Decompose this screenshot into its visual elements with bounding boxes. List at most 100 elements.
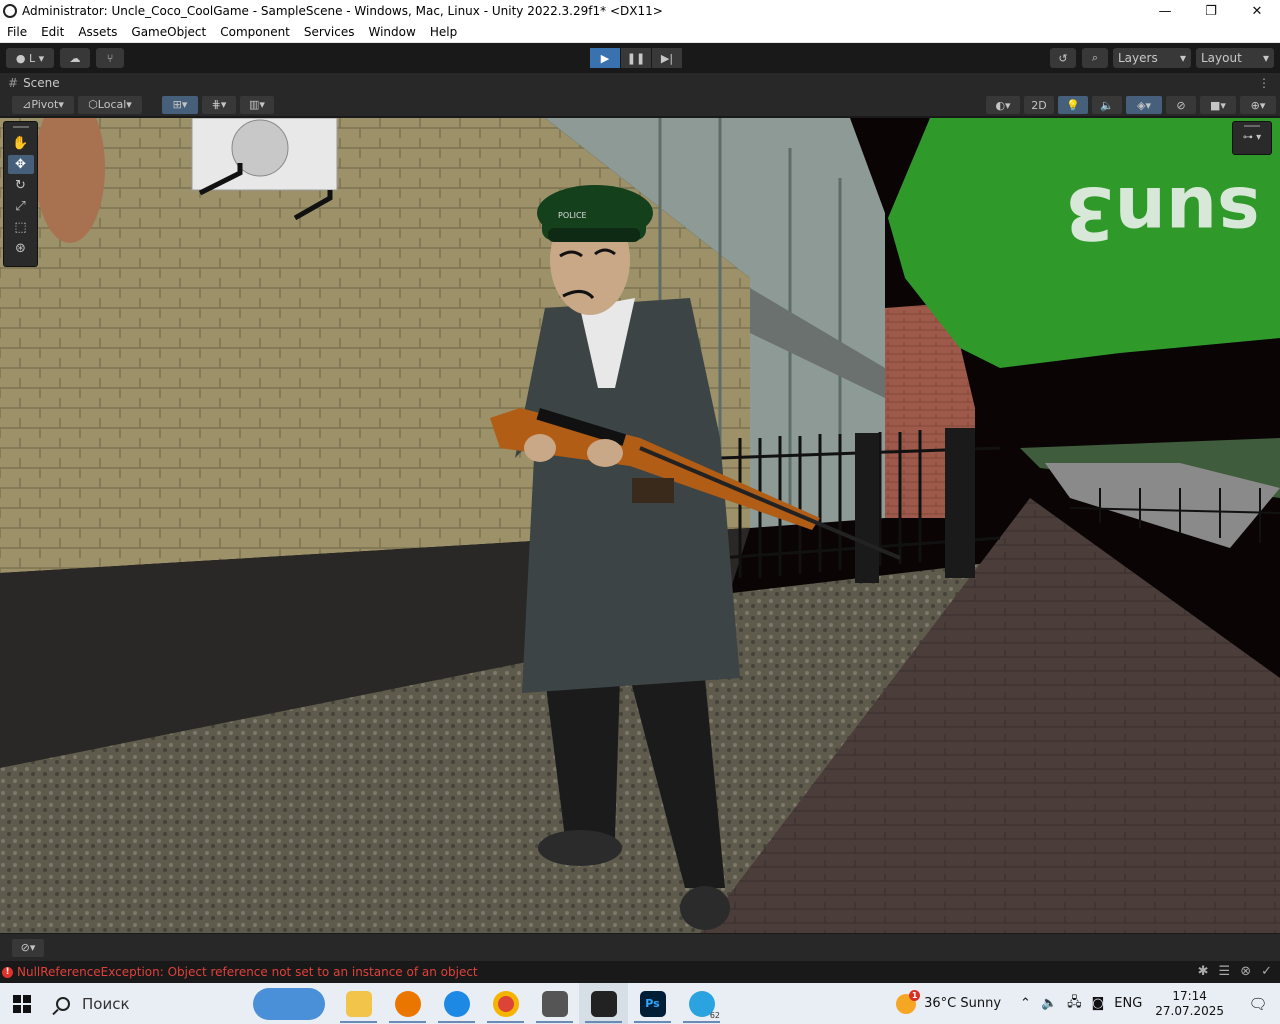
move-icon: ✥ <box>15 157 26 172</box>
move-tool-button[interactable]: ✥ <box>7 155 34 174</box>
menu-edit[interactable]: Edit <box>34 25 71 39</box>
compass-app-icon <box>443 990 470 1017</box>
taskbar-unity-hub[interactable] <box>530 983 579 1024</box>
taskbar-clock[interactable]: 17:14 27.07.2025 <box>1155 989 1224 1019</box>
whale-icon <box>253 987 325 1020</box>
palette-grip[interactable] <box>12 126 29 128</box>
more-options-icon[interactable]: ⋮ <box>1258 76 1270 90</box>
taskbar-unity-editor[interactable] <box>579 983 628 1024</box>
rotate-tool-button[interactable]: ↻ <box>8 176 34 195</box>
search-button[interactable]: ⌕ <box>1082 48 1108 68</box>
lighting-toggle[interactable]: 💡 <box>1058 96 1088 114</box>
scale-tool-button[interactable]: ⤢ <box>8 197 34 216</box>
check-circle-icon[interactable]: ✓ <box>1261 964 1272 979</box>
sign-text: sun3 <box>1065 171 1260 255</box>
pause-button[interactable]: ❚❚ <box>621 48 651 68</box>
layers-dropdown[interactable]: Layers ▾ <box>1113 48 1191 68</box>
tool-palette: ✋ ✥ ↻ ⤢ ⬚ ⊛ <box>3 121 38 267</box>
language-indicator[interactable]: ENG <box>1114 996 1142 1011</box>
taskbar-photoshop[interactable]: Ps <box>628 983 677 1024</box>
gizmos-dropdown[interactable]: ⊕▾ <box>1240 96 1276 114</box>
menu-gameobject[interactable]: GameObject <box>124 25 213 39</box>
minimize-button[interactable]: — <box>1142 0 1188 22</box>
cube-icon: ⬡ <box>88 98 98 111</box>
overlay-menu-dropdown[interactable]: ⊘▾ <box>12 938 44 957</box>
mode-2d-toggle[interactable]: 2D <box>1024 96 1054 114</box>
close-button[interactable]: ✕ <box>1234 0 1280 22</box>
compass-icon: ⊘▾ <box>20 941 36 954</box>
menu-help[interactable]: Help <box>423 25 464 39</box>
speaker-icon: 🔈 <box>1100 98 1114 112</box>
hand-tool-button[interactable]: ✋ <box>8 134 34 153</box>
menu-file[interactable]: File <box>0 25 34 39</box>
volume-icon[interactable]: 🔈 <box>1041 996 1057 1011</box>
orientation-overlay[interactable]: ⊶ ▾ <box>1232 121 1272 155</box>
tab-scene-label: Scene <box>23 76 60 90</box>
chevron-down-icon: ▾ <box>58 98 64 111</box>
pivot-label: Pivot <box>31 98 59 111</box>
chat-bubble-icon: 🗨 <box>1248 994 1268 1013</box>
effects-dropdown[interactable]: ◈▾ <box>1126 96 1162 114</box>
incremental-snap-dropdown[interactable]: ▥▾ <box>240 95 274 114</box>
grid-snap-icon: ⊞▾ <box>172 98 188 111</box>
visibility-toggle[interactable]: ⊘ <box>1166 96 1196 114</box>
undo-history-button[interactable]: ↺ <box>1050 48 1076 68</box>
weather-temp: 36°C <box>924 996 957 1011</box>
weather-widget[interactable]: 1 36°C Sunny <box>896 989 1001 1014</box>
rect-icon: ⬚ <box>14 220 27 235</box>
audio-toggle[interactable]: 🔈 <box>1092 96 1122 114</box>
database-icon[interactable]: ☰ <box>1219 964 1231 979</box>
camera-icon: ■▾ <box>1210 98 1226 112</box>
menu-window[interactable]: Window <box>362 25 423 39</box>
step-button[interactable]: ▶| <box>652 48 682 68</box>
version-control-button[interactable]: ⑂ <box>96 48 124 68</box>
menu-services[interactable]: Services <box>297 25 362 39</box>
local-label: Local <box>97 98 127 111</box>
start-button[interactable] <box>0 983 44 1024</box>
taskbar-search[interactable]: Поиск <box>44 983 244 1024</box>
pivot-dropdown[interactable]: ⊿ Pivot ▾ <box>12 95 74 114</box>
chevron-down-icon: ▾ <box>35 51 45 65</box>
camera-dropdown[interactable]: ■▾ <box>1200 96 1236 114</box>
notification-button[interactable]: 🗨 <box>1236 983 1280 1024</box>
cloud-button[interactable]: ☁ <box>60 48 90 68</box>
pause-icon: ❚❚ <box>626 51 646 65</box>
maximize-button[interactable]: ❐ <box>1188 0 1234 22</box>
unity-logo-icon <box>3 4 17 18</box>
menu-assets[interactable]: Assets <box>71 25 124 39</box>
taskbar-chrome[interactable] <box>481 983 530 1024</box>
console-status-bar[interactable]: ! NullReferenceException: Object referen… <box>0 961 1280 983</box>
taskbar-file-explorer[interactable] <box>334 983 383 1024</box>
rect-tool-button[interactable]: ⬚ <box>8 218 34 237</box>
taskbar-browser[interactable] <box>432 983 481 1024</box>
layers-stack-icon: ◈▾ <box>1137 98 1151 112</box>
history-icon: ↺ <box>1058 51 1068 65</box>
status-icons: ✱ ☰ ⊗ ✓ <box>1188 964 1272 979</box>
chevron-up-icon[interactable]: ⌃ <box>1020 996 1031 1011</box>
local-dropdown[interactable]: ⬡ Local ▾ <box>78 95 142 114</box>
grid-snap-toggle[interactable]: ⊞▾ <box>162 95 198 114</box>
camera-tray-icon[interactable]: ◙ <box>1092 996 1105 1011</box>
scene-viewport[interactable]: sun3 POLICE <box>0 118 1280 933</box>
menu-component[interactable]: Component <box>213 25 297 39</box>
draw-mode-dropdown[interactable]: ◐▾ <box>986 96 1020 114</box>
snap-increment-dropdown[interactable]: ⋕▾ <box>202 95 236 114</box>
tab-scene[interactable]: # Scene <box>0 76 68 90</box>
network-icon[interactable]: 🖧 <box>1067 993 1082 1015</box>
pivot-icon: ⊿ <box>22 98 32 111</box>
taskbar-whale-widget[interactable] <box>244 983 334 1024</box>
overlay-grip[interactable] <box>1244 125 1260 127</box>
layout-dropdown[interactable]: Layout ▾ <box>1196 48 1274 68</box>
debug-off-icon[interactable]: ⊗ <box>1240 964 1251 979</box>
chevron-down-icon: ▾ <box>1179 51 1186 65</box>
taskbar-blender[interactable] <box>383 983 432 1024</box>
transform-tool-button[interactable]: ⊛ <box>8 239 34 258</box>
account-dropdown[interactable]: ● L ▾ <box>6 48 54 68</box>
scene-render: sun3 POLICE <box>0 118 1280 933</box>
clock-time: 17:14 <box>1172 988 1207 1003</box>
taskbar-telegram[interactable]: 62 <box>677 983 726 1024</box>
scene-toolbar: ⊿ Pivot ▾ ⬡ Local ▾ ⊞▾ ⋕▾ ▥▾ ◐▾ 2D 💡 🔈 ◈… <box>0 93 1280 117</box>
bug-icon[interactable]: ✱ <box>1198 964 1209 979</box>
play-button[interactable]: ▶ <box>590 48 620 68</box>
console-error-message[interactable]: NullReferenceException: Object reference… <box>17 965 478 979</box>
